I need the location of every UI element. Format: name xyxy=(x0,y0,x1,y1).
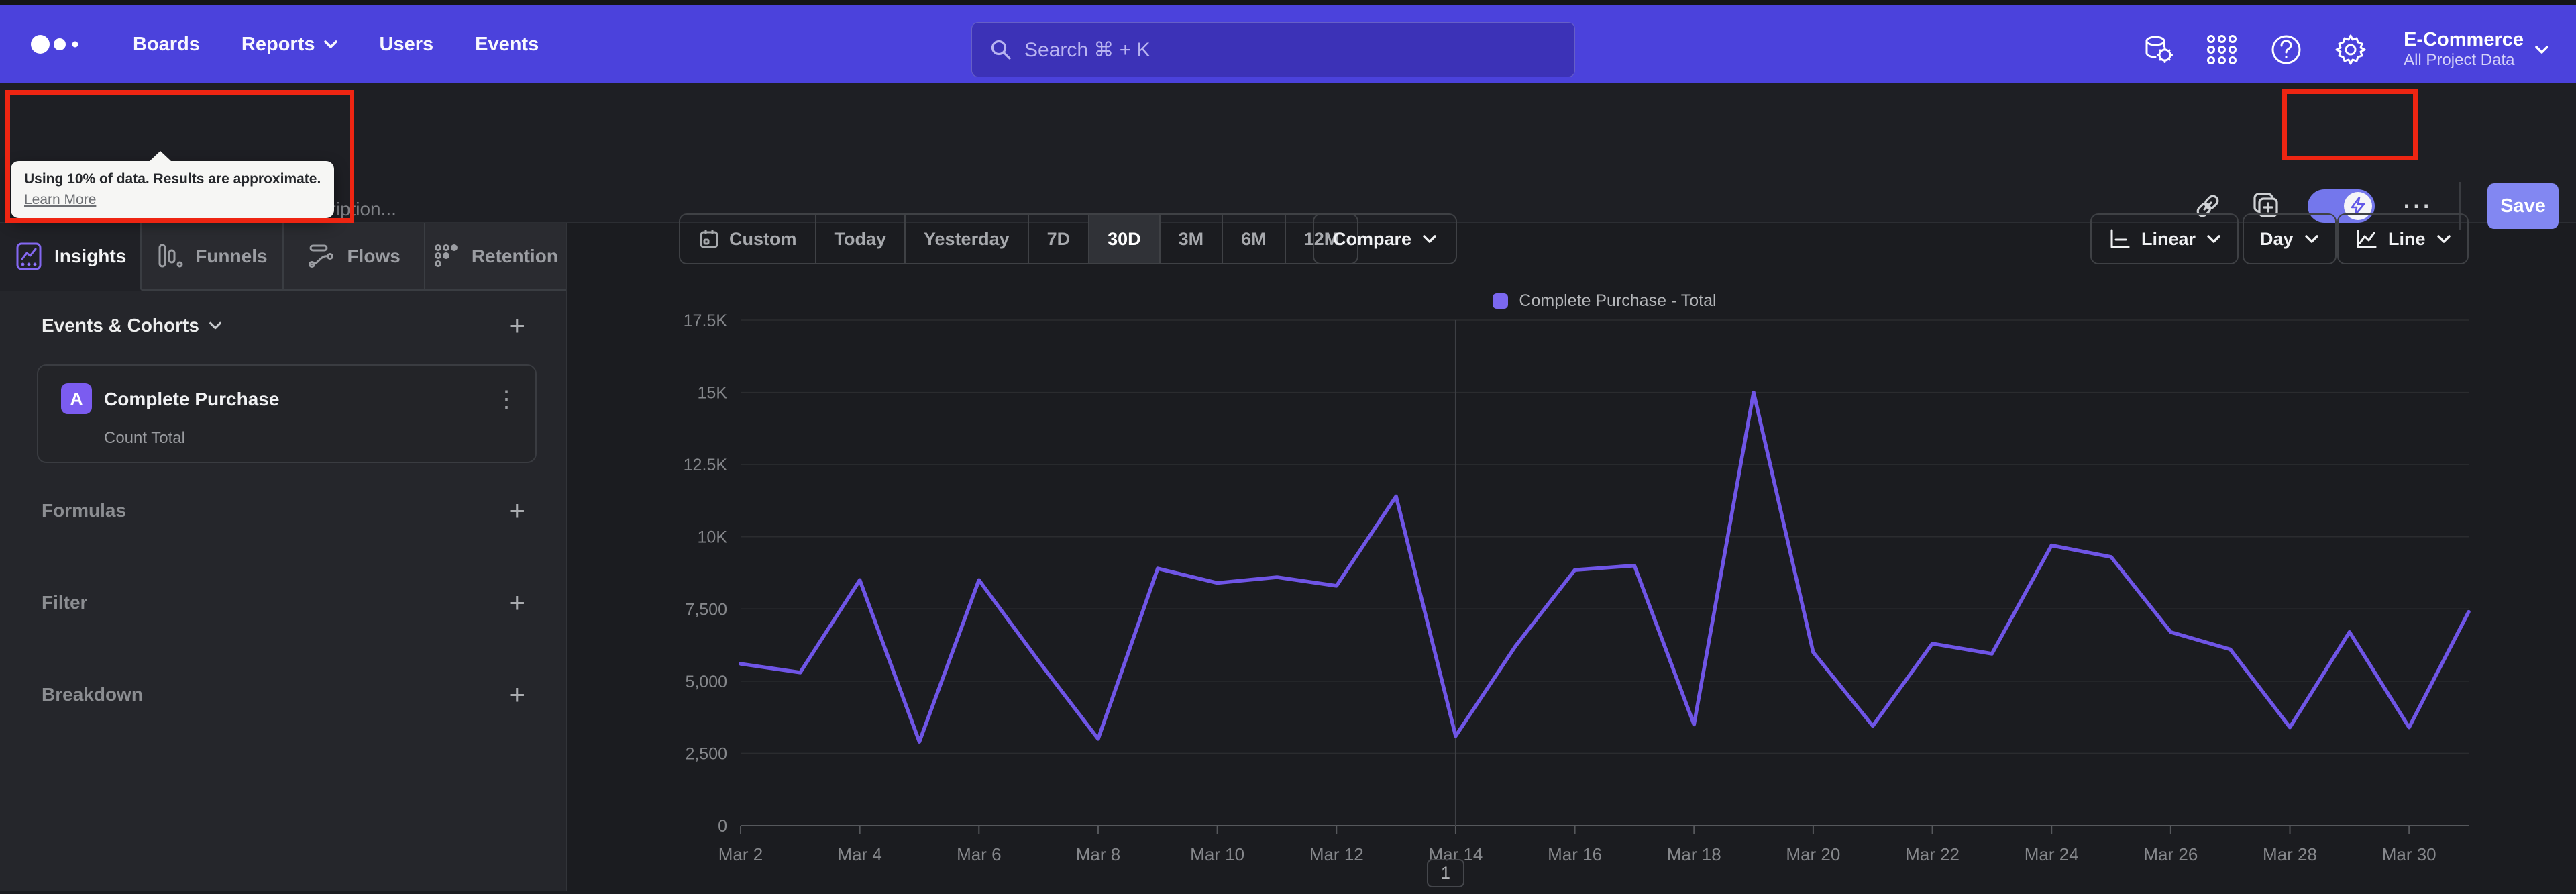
project-name: E-Commerce xyxy=(2404,28,2524,50)
help-icon[interactable] xyxy=(2269,33,2303,66)
svg-text:12.5K: 12.5K xyxy=(684,456,728,475)
chart-area: Complete Purchase - Total 0 2,500 5,000 7,5… xyxy=(567,274,2576,891)
add-breakdown-button[interactable]: + xyxy=(508,681,525,709)
svg-text:Mar 26: Mar 26 xyxy=(2143,844,2198,864)
svg-text:Mar 6: Mar 6 xyxy=(957,844,1001,864)
svg-text:Mar 4: Mar 4 xyxy=(837,844,881,864)
project-scope: All Project Data xyxy=(2404,51,2515,70)
event-name[interactable]: Complete Purchase xyxy=(104,389,279,410)
events-cohorts-header[interactable]: Events & Cohorts xyxy=(42,315,222,336)
report-header: Untitled Sampled + Add description... xyxy=(0,83,2576,230)
date-range-segmented-control: Custom Today Yesterday 7D 30D 3M 6M 12M xyxy=(679,213,1359,264)
svg-text:Mar 22: Mar 22 xyxy=(1905,844,1960,864)
scale-dropdown[interactable]: Linear xyxy=(2090,213,2239,264)
window-chrome-strip xyxy=(0,0,2576,5)
tab-insights[interactable]: Insights xyxy=(0,224,142,291)
chevron-down-icon xyxy=(1423,235,1436,243)
lightning-bolt-icon xyxy=(2351,197,2365,215)
range-yesterday[interactable]: Yesterday xyxy=(906,215,1029,263)
svg-text:2,500: 2,500 xyxy=(685,744,727,763)
tooltip-arrow xyxy=(149,151,172,162)
range-30d[interactable]: 30D xyxy=(1089,215,1161,263)
svg-text:0: 0 xyxy=(718,817,727,836)
legend-label: Complete Purchase - Total xyxy=(1519,291,1717,310)
range-today[interactable]: Today xyxy=(816,215,906,263)
add-formula-button[interactable]: + xyxy=(508,497,525,525)
data-pipeline-icon[interactable] xyxy=(2141,33,2174,66)
top-nav: Boards Reports Users Events Search ⌘ + K xyxy=(0,5,2576,83)
svg-text:Mar 24: Mar 24 xyxy=(2025,844,2079,864)
filter-header: Filter xyxy=(42,592,88,613)
query-builder-sidebar: Insights Funnels Flows Retention Events … xyxy=(0,224,567,891)
more-options-button[interactable]: ⋯ xyxy=(2402,191,2432,221)
chart-type-dropdown[interactable]: Line xyxy=(2337,213,2469,264)
save-button[interactable]: Save xyxy=(2487,183,2559,229)
tab-retention[interactable]: Retention xyxy=(425,224,566,291)
nav-link-events[interactable]: Events xyxy=(475,34,539,56)
range-6m[interactable]: 6M xyxy=(1223,215,1286,263)
chevron-down-icon xyxy=(2535,46,2548,54)
tab-funnels[interactable]: Funnels xyxy=(142,224,284,291)
svg-text:Mar 20: Mar 20 xyxy=(1786,844,1840,864)
retention-icon xyxy=(434,244,458,267)
calendar-icon xyxy=(700,230,718,248)
tooltip-learn-more-link[interactable]: Learn More xyxy=(24,192,96,208)
chart-legend[interactable]: Complete Purchase - Total xyxy=(741,291,2469,311)
svg-text:Mar 2: Mar 2 xyxy=(718,844,763,864)
line-chart-icon xyxy=(2357,230,2377,248)
compare-button[interactable]: Compare xyxy=(1313,213,1458,264)
svg-text:Mar 28: Mar 28 xyxy=(2263,844,2317,864)
svg-text:Mar 10: Mar 10 xyxy=(1190,844,1244,864)
svg-text:15K: 15K xyxy=(698,384,728,403)
funnels-icon xyxy=(158,244,183,268)
line-chart[interactable]: 0 2,500 5,000 7,500 10K 12.5K 15K 17.5K Mar 2 Mar… xyxy=(567,274,2576,891)
linear-axis-icon xyxy=(2110,229,2130,248)
svg-text:7,500: 7,500 xyxy=(685,600,727,619)
tab-flows[interactable]: Flows xyxy=(283,224,425,291)
search-icon xyxy=(991,40,1011,60)
apps-grid-icon[interactable] xyxy=(2205,33,2239,66)
chevron-down-icon xyxy=(323,40,337,48)
report-tabs: Insights Funnels Flows Retention xyxy=(0,224,566,291)
project-switcher[interactable]: E-Commerce All Project Data xyxy=(2404,29,2549,70)
range-3m[interactable]: 3M xyxy=(1161,215,1224,263)
mixpanel-logo-icon[interactable] xyxy=(30,31,91,58)
chevron-down-icon xyxy=(2436,235,2451,243)
event-row-complete-purchase[interactable]: A Complete Purchase ⋮ Count Total xyxy=(37,364,537,463)
event-metric[interactable]: Count Total xyxy=(104,429,185,448)
range-custom[interactable]: Custom xyxy=(680,215,816,263)
insights-icon xyxy=(16,242,42,270)
svg-text:5,000: 5,000 xyxy=(685,673,727,691)
nav-link-boards[interactable]: Boards xyxy=(133,34,200,56)
svg-text:Mar 18: Mar 18 xyxy=(1667,844,1721,864)
breakdown-header: Breakdown xyxy=(42,684,143,705)
kebab-menu-icon[interactable]: ⋮ xyxy=(495,386,518,413)
add-filter-button[interactable]: + xyxy=(508,589,525,617)
svg-text:Mar 30: Mar 30 xyxy=(2382,844,2436,864)
svg-text:10K: 10K xyxy=(698,528,728,547)
series-badge-a: A xyxy=(61,383,92,414)
search-placeholder: Search ⌘ + K xyxy=(1024,38,1150,61)
settings-gear-icon[interactable] xyxy=(2334,33,2367,66)
chevron-down-icon xyxy=(2207,235,2220,243)
range-7d[interactable]: 7D xyxy=(1029,215,1090,263)
legend-swatch xyxy=(1493,293,1509,309)
granularity-dropdown[interactable]: Day xyxy=(2243,213,2337,264)
chevron-down-icon xyxy=(2304,235,2318,243)
search-input[interactable]: Search ⌘ + K xyxy=(971,22,1575,77)
svg-text:17.5K: 17.5K xyxy=(684,311,728,330)
formulas-header: Formulas xyxy=(42,500,127,521)
svg-text:Mar 8: Mar 8 xyxy=(1076,844,1120,864)
nav-link-reports[interactable]: Reports xyxy=(241,34,338,56)
sampling-tooltip: Using 10% of data. Results are approxima… xyxy=(11,151,335,218)
flows-icon xyxy=(309,244,334,268)
svg-text:Mar 16: Mar 16 xyxy=(1548,844,1602,864)
nav-link-users[interactable]: Users xyxy=(380,34,434,56)
svg-text:Mar 12: Mar 12 xyxy=(1309,844,1364,864)
add-event-button[interactable]: + xyxy=(508,311,525,340)
pagination-page-1[interactable]: 1 xyxy=(1427,859,1464,887)
tooltip-text: Using 10% of data. Results are approxima… xyxy=(24,171,321,187)
chevron-down-icon xyxy=(209,321,221,330)
